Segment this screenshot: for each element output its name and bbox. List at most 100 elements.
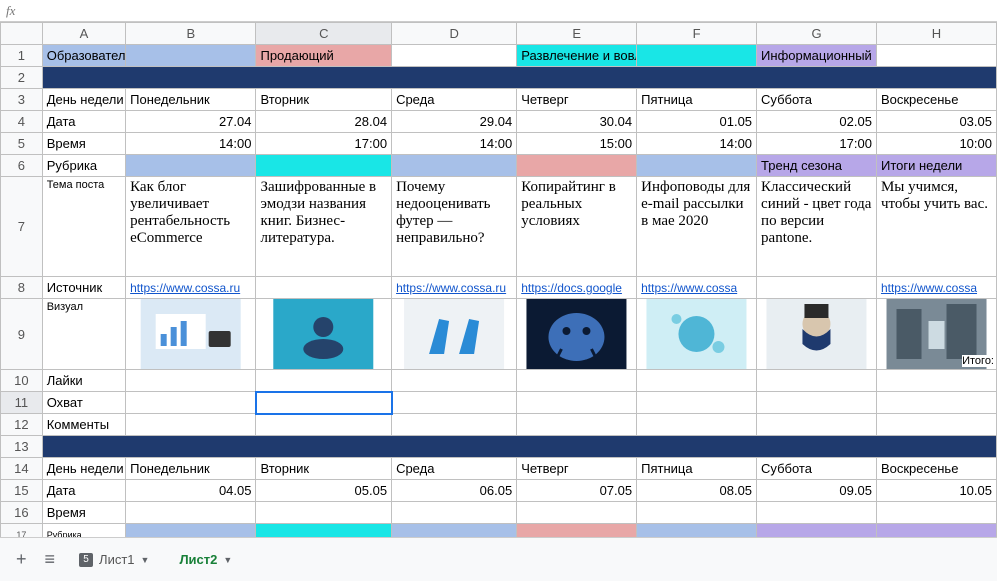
cell-G6[interactable]: Тренд сезона — [757, 155, 877, 177]
cell-A6[interactable]: Рубрика — [42, 155, 125, 177]
link-D8[interactable]: https://www.cossa.ru — [396, 281, 506, 295]
cell-F15[interactable]: 08.05 — [637, 480, 757, 502]
cell-C10[interactable] — [256, 370, 392, 392]
cell-D4[interactable]: 29.04 — [392, 111, 517, 133]
rowhdr-13[interactable]: 13 — [1, 436, 43, 458]
cell-B16[interactable] — [126, 502, 256, 524]
cell-E14[interactable]: Четверг — [517, 458, 637, 480]
cell-B1[interactable] — [126, 45, 256, 67]
cell-F17[interactable] — [637, 524, 757, 538]
cell-A4[interactable]: Дата — [42, 111, 125, 133]
cell-H4[interactable]: 03.05 — [876, 111, 996, 133]
cell-A11[interactable]: Охват — [42, 392, 125, 414]
link-E8[interactable]: https://docs.google — [521, 281, 622, 295]
cell-D17[interactable] — [392, 524, 517, 538]
cell-A17[interactable]: Рубрика — [42, 524, 125, 538]
cell-C4[interactable]: 28.04 — [256, 111, 392, 133]
cell-D3[interactable]: Среда — [392, 89, 517, 111]
cell-D1[interactable] — [392, 45, 517, 67]
all-sheets-button[interactable]: ≡ — [39, 549, 62, 570]
cell-B8[interactable]: https://www.cossa.ru — [126, 277, 256, 299]
cell-E17[interactable] — [517, 524, 637, 538]
cell-F8[interactable]: https://www.cossa — [637, 277, 757, 299]
corner-cell[interactable] — [1, 23, 43, 45]
cell-H7[interactable]: Мы учимся, чтобы учить вас. — [876, 177, 996, 277]
cell-D14[interactable]: Среда — [392, 458, 517, 480]
cell-G12[interactable] — [757, 414, 877, 436]
rowhdr-17[interactable]: 17 — [1, 524, 43, 538]
link-H8[interactable]: https://www.cossa — [881, 281, 977, 295]
cell-F6[interactable] — [637, 155, 757, 177]
cell-D8[interactable]: https://www.cossa.ru — [392, 277, 517, 299]
cell-B15[interactable]: 04.05 — [126, 480, 256, 502]
cell-G17[interactable] — [757, 524, 877, 538]
cell-D16[interactable] — [392, 502, 517, 524]
cell-F12[interactable] — [637, 414, 757, 436]
rowhdr-14[interactable]: 14 — [1, 458, 43, 480]
cell-B10[interactable] — [126, 370, 256, 392]
cell-A1[interactable]: Образовательный пост — [42, 45, 125, 67]
cell-G7[interactable]: Классический синий - цвет года по версии… — [757, 177, 877, 277]
cell-F10[interactable] — [637, 370, 757, 392]
tab-sheet2[interactable]: Лист2 ▼ — [167, 548, 244, 571]
cell-B4[interactable]: 27.04 — [126, 111, 256, 133]
cell-C5[interactable]: 17:00 — [256, 133, 392, 155]
cell-G8[interactable] — [757, 277, 877, 299]
cell-darkbar-13[interactable] — [42, 436, 996, 458]
cell-B3[interactable]: Понедельник — [126, 89, 256, 111]
cell-E3[interactable]: Четверг — [517, 89, 637, 111]
cell-B7[interactable]: Как блог увеличивает рентабельность eCom… — [126, 177, 256, 277]
cell-C8[interactable] — [256, 277, 392, 299]
rowhdr-6[interactable]: 6 — [1, 155, 43, 177]
cell-B5[interactable]: 14:00 — [126, 133, 256, 155]
cell-D7[interactable]: Почему недооценивать футер — неправильно… — [392, 177, 517, 277]
cell-A10[interactable]: Лайки — [42, 370, 125, 392]
cell-C7[interactable]: Зашифрованные в эмодзи названия книг. Би… — [256, 177, 392, 277]
cell-C3[interactable]: Вторник — [256, 89, 392, 111]
cell-H1[interactable] — [876, 45, 996, 67]
cell-H6[interactable]: Итоги недели — [876, 155, 996, 177]
cell-C11-selected[interactable] — [256, 392, 392, 414]
cell-E5[interactable]: 15:00 — [517, 133, 637, 155]
col-D[interactable]: D — [392, 23, 517, 45]
rowhdr-8[interactable]: 8 — [1, 277, 43, 299]
col-C[interactable]: C — [256, 23, 392, 45]
cell-F1[interactable] — [637, 45, 757, 67]
rowhdr-15[interactable]: 15 — [1, 480, 43, 502]
cell-A8[interactable]: Источник — [42, 277, 125, 299]
cell-F16[interactable] — [637, 502, 757, 524]
cell-H9[interactable]: Итого: — [876, 299, 996, 370]
cell-C1[interactable]: Продающий — [256, 45, 392, 67]
cell-D9[interactable] — [392, 299, 517, 370]
cell-G3[interactable]: Суббота — [757, 89, 877, 111]
cell-F3[interactable]: Пятница — [637, 89, 757, 111]
cell-E16[interactable] — [517, 502, 637, 524]
cell-B12[interactable] — [126, 414, 256, 436]
cell-B6[interactable] — [126, 155, 256, 177]
cell-E7[interactable]: Копирайтинг в реальных условиях — [517, 177, 637, 277]
cell-E11[interactable] — [517, 392, 637, 414]
rowhdr-7[interactable]: 7 — [1, 177, 43, 277]
cell-E15[interactable]: 07.05 — [517, 480, 637, 502]
rowhdr-16[interactable]: 16 — [1, 502, 43, 524]
col-F[interactable]: F — [637, 23, 757, 45]
rowhdr-5[interactable]: 5 — [1, 133, 43, 155]
cell-H3[interactable]: Воскресенье — [876, 89, 996, 111]
cell-B14[interactable]: Понедельник — [126, 458, 256, 480]
cell-H8[interactable]: https://www.cossa — [876, 277, 996, 299]
cell-C9[interactable] — [256, 299, 392, 370]
cell-A3[interactable]: День недели — [42, 89, 125, 111]
cell-G10[interactable] — [757, 370, 877, 392]
cell-G15[interactable]: 09.05 — [757, 480, 877, 502]
col-H[interactable]: H — [876, 23, 996, 45]
col-A[interactable]: A — [42, 23, 125, 45]
link-F8[interactable]: https://www.cossa — [641, 281, 737, 295]
cell-E4[interactable]: 30.04 — [517, 111, 637, 133]
cell-E6[interactable] — [517, 155, 637, 177]
cell-G9[interactable] — [757, 299, 877, 370]
tab-sheet1[interactable]: 5 Лист1 ▼ — [67, 548, 161, 571]
cell-C17[interactable] — [256, 524, 392, 538]
add-sheet-button[interactable]: + — [10, 549, 33, 570]
cell-E1[interactable]: Развлечение и вовлечение — [517, 45, 637, 67]
cell-G16[interactable] — [757, 502, 877, 524]
